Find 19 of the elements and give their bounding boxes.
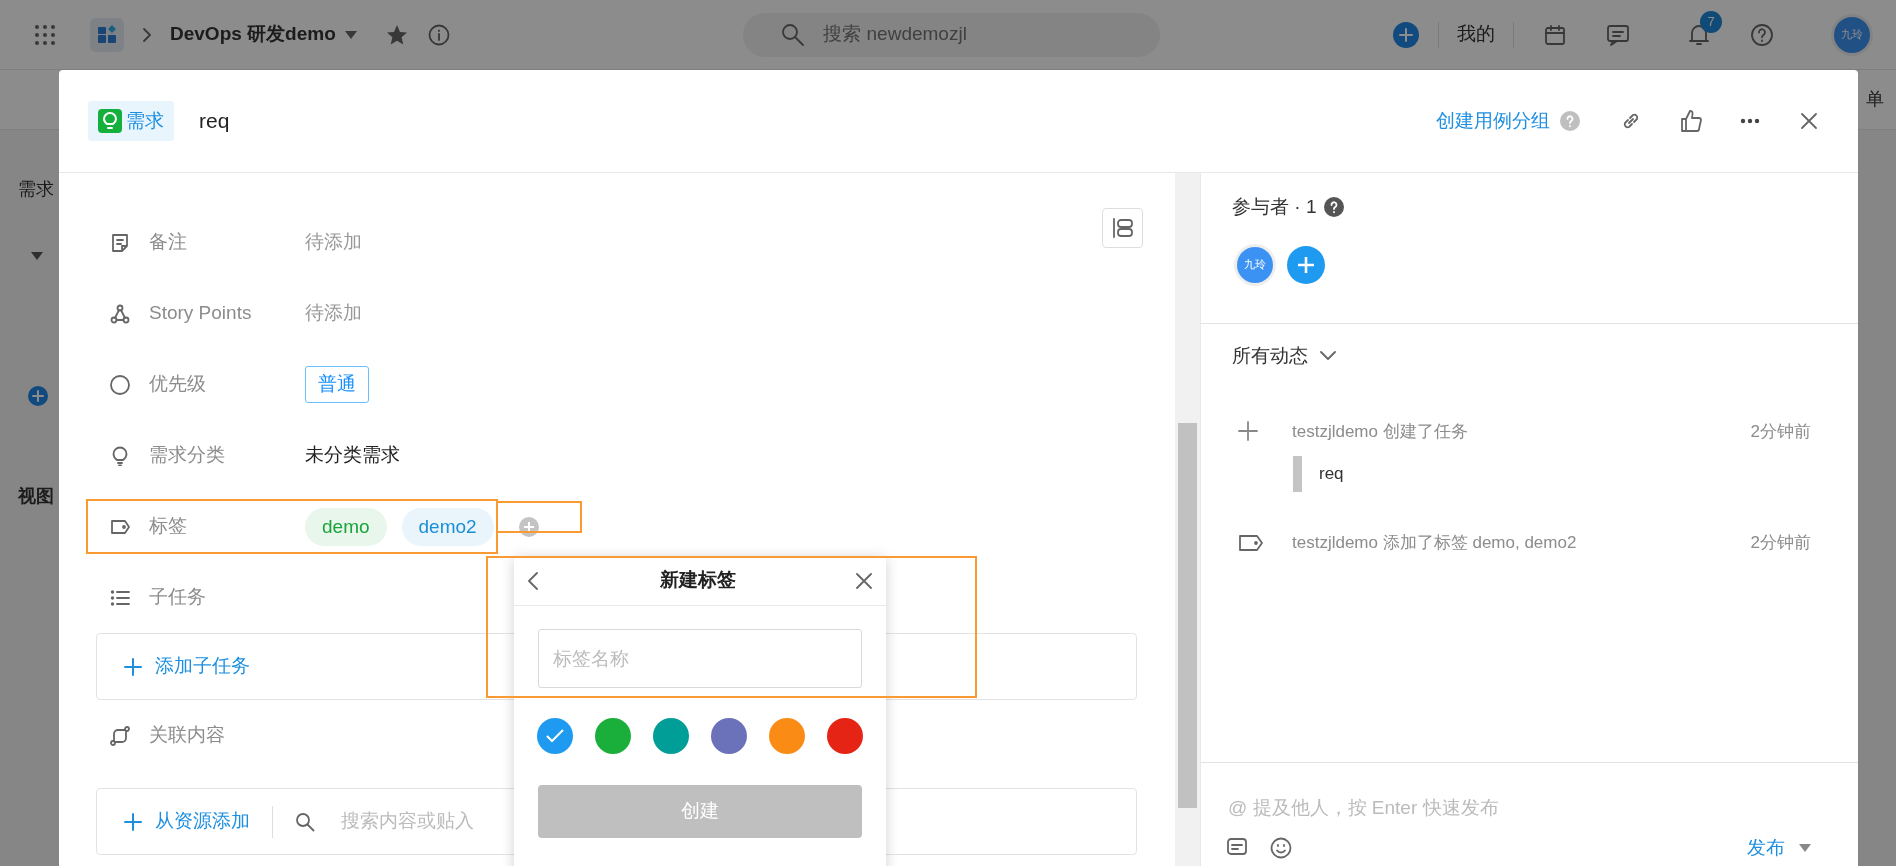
- notification-count: 7: [1700, 10, 1722, 33]
- tab-label: 单: [1866, 88, 1884, 111]
- field-label: 标签: [149, 514, 188, 539]
- field-label: 子任务: [149, 585, 207, 610]
- section-title: 参与者 · 1: [1232, 195, 1317, 219]
- field-label: Story Points: [149, 301, 253, 326]
- field-label: 备注: [149, 230, 188, 255]
- section-title: 需求: [18, 178, 54, 201]
- field-label: 优先级: [149, 372, 207, 397]
- quote-text: req: [1293, 456, 1811, 492]
- activity-time: 2分钟前: [1750, 532, 1811, 554]
- activity-time: 2分钟前: [1750, 420, 1811, 443]
- field-label: 关联内容: [149, 723, 226, 748]
- field-label: 需求分类: [149, 443, 226, 468]
- activity-text: testzjldemo 创建了任务: [1292, 420, 1468, 443]
- task-title: req: [199, 108, 230, 135]
- section-title: 视图: [18, 485, 54, 508]
- popover-title: 新建标签: [660, 568, 736, 593]
- activity-text: testzjldemo 添加了标签 demo, demo2: [1292, 532, 1577, 554]
